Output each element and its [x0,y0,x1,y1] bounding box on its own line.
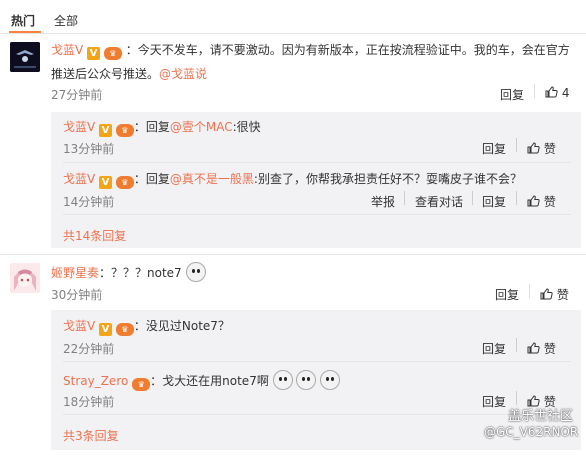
medal-badge-icon: ♛ [115,124,134,137]
reply-item: 戈蓝V V ♛ ：回复@真不是一般黑:别查了，你帮我承担责任好不？耍嘴皮子谁不会？ [63,170,522,189]
reply-separator [63,414,571,415]
reply-text: ：没见过Note7？ [133,319,230,333]
reply-item: 戈蓝V V ♛ ：回复@壹个MAC:很快 [63,118,261,137]
like-button[interactable]: 赞 [527,193,556,210]
verified-badge-icon: V [87,47,101,60]
mention-link[interactable]: @真不是一般黑 [170,172,254,186]
reply-text: ：戈大还在用note7啊 [150,374,269,388]
reply-button[interactable]: 回复 [495,286,519,303]
like-label: 赞 [543,195,556,209]
thumbs-up-icon [527,195,540,207]
like-label: 赞 [556,288,569,302]
reply-separator [63,162,571,163]
comment-tabs: 热门 [11,12,35,29]
reply-text: :很快 [232,120,261,134]
avatar[interactable] [10,42,40,72]
action-divider [472,191,473,205]
like-label: 赞 [543,142,556,156]
medal-badge-icon: ♛ [132,378,151,391]
comment-text-line2: 推送后公众号推送。@戈蓝说 [51,65,207,83]
thumbs-up-icon [545,86,558,98]
avatar-image [10,263,40,293]
reply-time: 22分钟前 [63,342,115,356]
medal-badge-icon: ♛ [115,323,134,336]
medal-badge-icon: ♛ [115,176,134,189]
tab-hot[interactable]: 热门 [11,14,35,28]
more-replies-link[interactable]: 共3条回复 [63,427,119,444]
avatar-image [10,42,40,72]
mention-link[interactable]: @壹个MAC [170,120,233,134]
action-divider [529,284,530,298]
avatar[interactable] [10,263,40,293]
action-divider [516,391,517,405]
comment-divider [0,254,586,255]
reply-item: 戈蓝V V ♛ ：没见过Note7？ [63,317,230,336]
shocked-emoji-icon [320,370,341,390]
reply-button[interactable]: 回复 [500,86,524,103]
reply-time: 13分钟前 [63,142,115,156]
reply-time: 14分钟前 [63,195,115,209]
verified-badge-icon: V [99,124,113,137]
reply-prefix: ：回复 [133,172,170,186]
comment-author[interactable]: 姬野星奏 [51,266,99,280]
medal-badge-icon: ♛ [103,47,122,60]
watermark-handle: @GC_V62RNOR [484,425,579,439]
action-divider [534,84,535,98]
thumbs-up-icon [527,142,540,154]
shocked-emoji-icon [296,370,317,390]
comment-text: ：？？？note7 [99,266,182,280]
reply-separator [63,214,571,215]
watermark-title: 盖乐世社区 [508,409,574,424]
shocked-emoji-icon [272,370,293,390]
reply-text: :别查了，你帮我承担责任好不？耍嘴皮子谁不会？ [253,172,522,186]
reply-button[interactable]: 回复 [482,340,506,357]
like-label: 赞 [543,342,556,356]
like-button[interactable]: 4 [545,86,569,100]
comment-body: 姬野星奏：？？？note7 [51,262,206,282]
reply-item: Stray_Zero ♛ ：戈大还在用note7啊 [63,370,341,391]
action-divider [516,191,517,205]
like-count: 4 [561,86,570,100]
comment-author[interactable]: 戈蓝V [51,43,83,57]
like-button[interactable]: 赞 [540,286,569,303]
reply-author[interactable]: 戈蓝V [63,172,95,186]
doge-emoji-icon [185,262,206,282]
view-conversation-button[interactable]: 查看对话 [415,193,463,210]
reply-author[interactable]: 戈蓝V [63,120,95,134]
thumbs-up-icon [527,342,540,354]
reply-author[interactable]: Stray_Zero [63,374,128,388]
verified-badge-icon: V [99,323,113,336]
thumbs-up-icon [540,288,553,300]
like-button[interactable]: 赞 [527,140,556,157]
comment-text: ：今天不发车，请不要激动。因为有新版本，正在按流程验证中。我的车，会在官方 [125,43,570,57]
report-button[interactable]: 举报 [371,193,395,210]
action-divider [516,338,517,352]
verified-badge-icon: V [99,176,113,189]
reply-button[interactable]: 回复 [482,393,506,410]
tabs-divider [0,33,586,34]
reply-author[interactable]: 戈蓝V [63,319,95,333]
reply-button[interactable]: 回复 [482,140,506,157]
reply-button[interactable]: 回复 [482,193,506,210]
more-replies-link[interactable]: 共14条回复 [63,227,126,244]
comment-body: 戈蓝V V ♛ ：今天不发车，请不要激动。因为有新版本，正在按流程验证中。我的车… [51,41,581,60]
action-divider [516,138,517,152]
reply-time: 18分钟前 [63,395,115,409]
reply-separator [63,361,571,362]
mention-link[interactable]: @戈蓝说 [159,67,207,81]
action-divider [404,191,405,205]
like-button[interactable]: 赞 [527,340,556,357]
comment-text-continued: 推送后公众号推送。 [51,67,160,81]
comment-time: 27分钟前 [51,88,103,102]
tab-all[interactable]: 全部 [54,12,78,29]
reply-prefix: ：回复 [133,120,170,134]
comment-time: 30分钟前 [51,288,103,302]
